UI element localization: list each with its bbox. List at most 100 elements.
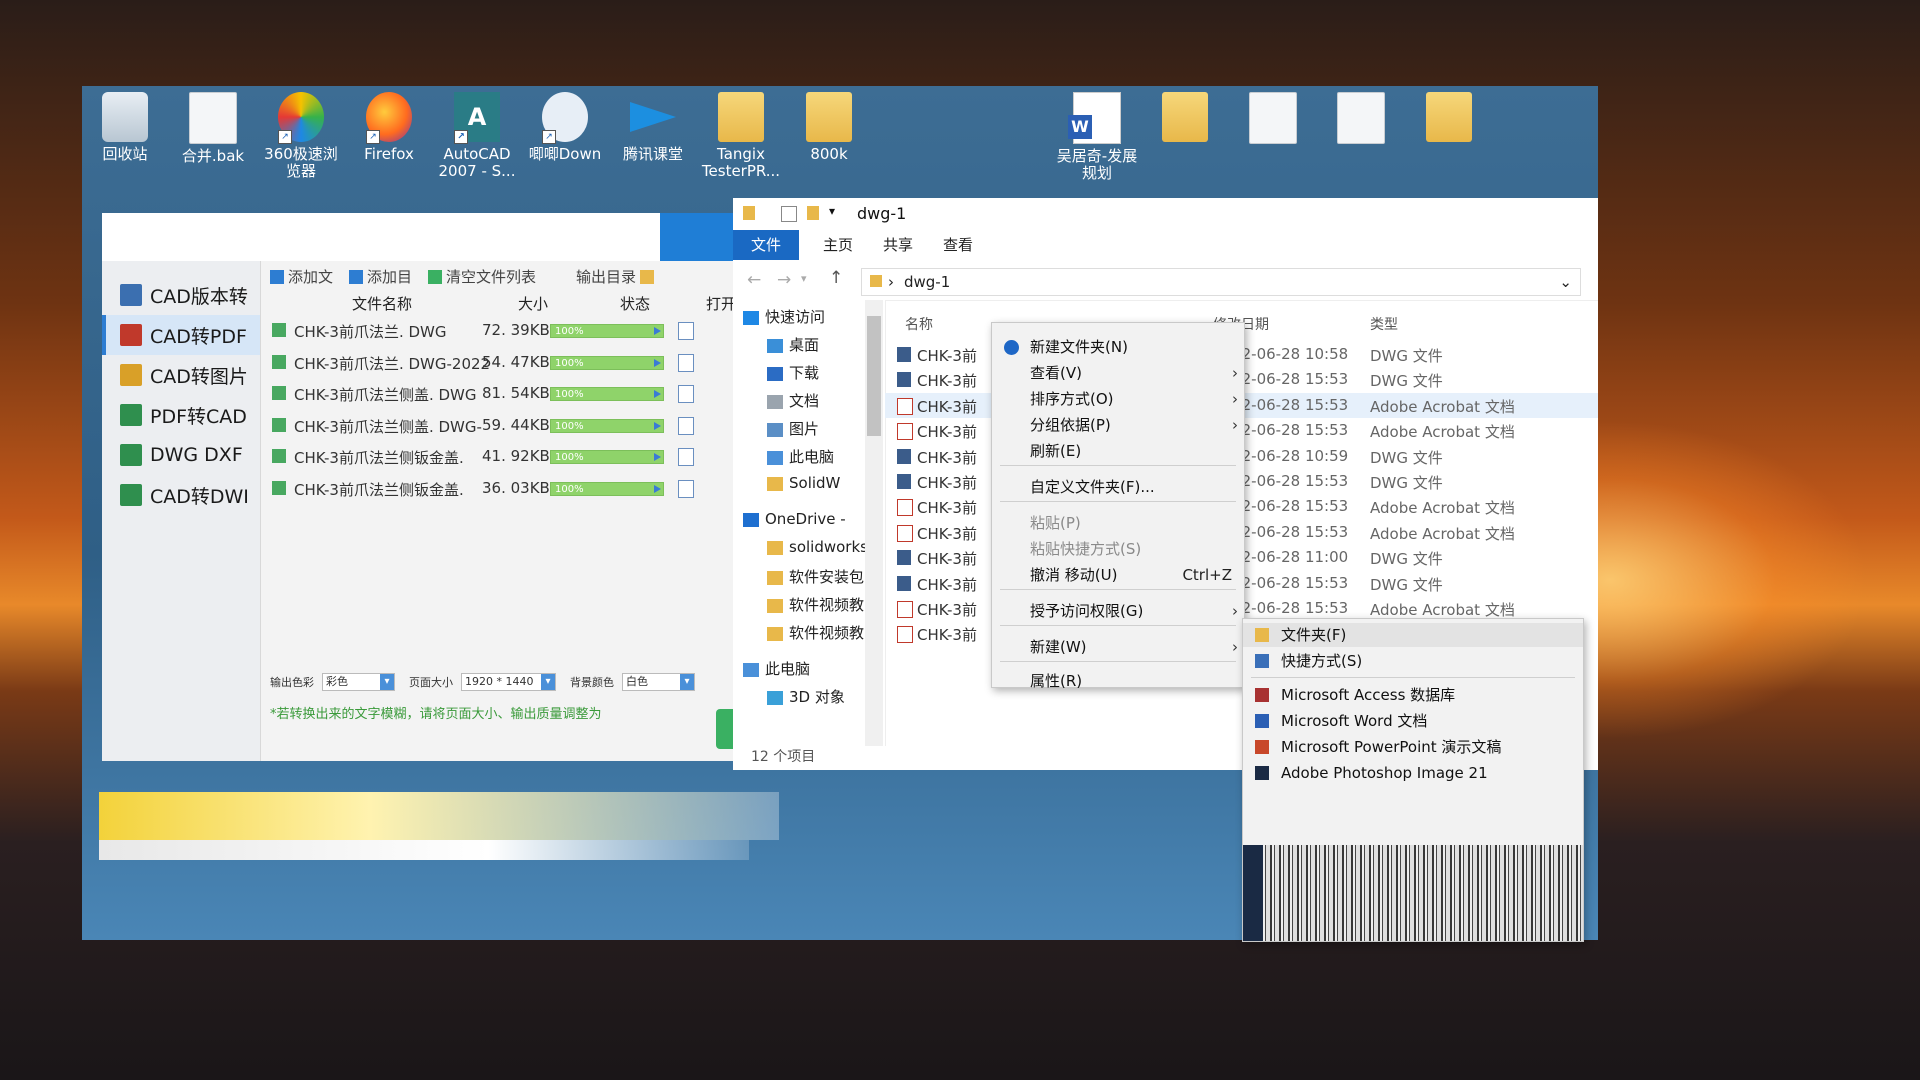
converter-nav-cad-to-image[interactable]: CAD转图片 — [102, 355, 260, 395]
new-folder-quick-icon[interactable] — [807, 206, 819, 220]
recent-locations-icon[interactable]: ▾ — [801, 272, 807, 285]
desktop-icon-autocad[interactable]: A ↗ AutoCAD 2007 - S... — [434, 92, 520, 180]
converter-nav-cad-version[interactable]: CAD版本转 — [102, 275, 260, 315]
file-type: Adobe Acrobat 文档 — [1370, 601, 1515, 619]
open-file-icon[interactable] — [678, 353, 694, 372]
column-header-type[interactable]: 类型 — [1370, 314, 1398, 334]
context-menu-item[interactable]: 新建(W) › — [992, 635, 1244, 659]
context-menu-item[interactable]: 自定义文件夹(F)... — [992, 475, 1244, 499]
folder-icon — [767, 540, 783, 555]
converter-nav-cad-to-pdf[interactable]: CAD转PDF — [102, 315, 260, 355]
background-window-strip — [99, 840, 749, 860]
open-file-icon[interactable] — [678, 385, 694, 404]
nav-item[interactable]: OneDrive - — [733, 510, 873, 534]
dwg-file-icon — [897, 372, 911, 388]
desktop-icon-tencent-class[interactable]: 腾讯课堂 — [610, 92, 696, 163]
tab-view[interactable]: 查看 — [933, 230, 983, 260]
file-list-row[interactable]: CHK-3前爪法兰侧钣金盖. 36. 03KB 100% — [270, 473, 742, 503]
submenu-item[interactable]: Microsoft Word 文档 — [1243, 709, 1583, 733]
address-bar-row: ← → ▾ ↑ › dwg-1 ⌄ — [733, 260, 1598, 301]
nav-label: CAD转DWI — [150, 485, 249, 508]
output-directory-button[interactable]: 输出目录 — [576, 266, 658, 287]
desktop-icon-jijidown[interactable]: ↗ 唧唧Down — [522, 92, 608, 163]
nav-item-label: 快速访问 — [765, 308, 826, 326]
context-menu-item[interactable]: 查看(V) › — [992, 361, 1244, 385]
menu-item-label: 刷新(E) — [1030, 442, 1082, 460]
scrollbar-thumb[interactable] — [867, 316, 881, 436]
progress-bar: 100% — [550, 418, 664, 433]
add-directory-button[interactable]: 添加目 — [349, 266, 412, 287]
back-arrow-icon[interactable]: ← — [747, 270, 761, 290]
context-menu-item[interactable]: 新建文件夹(N) — [992, 335, 1244, 359]
menu-item-label: 分组依据(P) — [1030, 416, 1111, 434]
desktop-icon-800k-folder[interactable]: 800k — [786, 92, 872, 163]
file-list-row[interactable]: CHK-3前爪法兰. DWG 72. 39KB 100% — [270, 315, 742, 345]
properties-icon[interactable] — [781, 206, 797, 222]
desktop-icon-360-browser[interactable]: ↗ 360极速浏览器 — [258, 92, 344, 180]
context-menu-item[interactable]: 分组依据(P) › — [992, 413, 1244, 437]
desktop-icon-folder[interactable] — [1406, 92, 1492, 146]
context-menu: 新建文件夹(N) 查看(V) › 排序方式(O) › 分组依据(P) › 刷新(E) 自定义文件… — [991, 322, 1245, 690]
open-file-icon[interactable] — [678, 480, 694, 498]
converter-nav-dwg-dxf[interactable]: DWG DXF — [102, 435, 260, 475]
desktop-icon-bak-file[interactable]: 合并.bak — [170, 92, 256, 165]
file-list-row[interactable]: CHK-3前爪法兰侧盖. DWG 81. 54KB 100% — [270, 378, 742, 408]
open-file-icon[interactable] — [678, 322, 694, 340]
folder-icon — [1255, 628, 1269, 642]
color-select[interactable]: 彩色 — [322, 673, 395, 691]
dwf-icon — [120, 484, 142, 506]
page-size-select[interactable]: 1920 * 1440 — [461, 673, 556, 691]
desktop-icon-file[interactable] — [1318, 92, 1404, 148]
context-menu-item[interactable]: 撤消 移动(U) Ctrl+Z — [992, 563, 1244, 587]
quick-access-dropdown-icon[interactable]: ▾ — [829, 204, 835, 218]
converter-sidebar: CAD版本转 CAD转PDF CAD转图片 PDF转CAD DWG DXF CA… — [102, 261, 261, 761]
clear-list-button[interactable]: 清空文件列表 — [428, 266, 536, 287]
file-name: CHK-3前 — [917, 626, 977, 645]
nav-item[interactable]: 此电脑 — [733, 658, 873, 682]
address-bar[interactable]: › dwg-1 ⌄ — [861, 268, 1581, 296]
menu-separator — [1251, 677, 1575, 678]
file-name: CHK-3前爪法兰. DWG-2022 — [294, 354, 491, 373]
desktop-icon-firefox[interactable]: ↗ Firefox — [346, 92, 432, 163]
desktop-icon — [767, 338, 783, 353]
up-arrow-icon[interactable]: ↑ — [829, 268, 843, 288]
context-menu-item[interactable]: 授予访问权限(G) › — [992, 599, 1244, 623]
open-file-icon[interactable] — [678, 416, 694, 435]
address-dropdown-icon[interactable]: ⌄ — [1559, 269, 1572, 295]
desktop-icon-word-doc[interactable]: 吴居奇-发展规划 — [1054, 92, 1140, 182]
converter-nav-cad-to-dwf[interactable]: CAD转DWI — [102, 475, 260, 515]
nav-item[interactable]: 快速访问 — [733, 306, 873, 330]
submenu-item[interactable]: 文件夹(F) — [1243, 623, 1583, 647]
desktop-icon-recycle-bin[interactable]: 回收站 — [82, 92, 168, 163]
file-list-row[interactable]: CHK-3前爪法兰侧盖. DWG- 59. 44KB 100% — [270, 410, 742, 440]
open-file-icon[interactable] — [678, 448, 694, 467]
converter-nav-pdf-to-cad[interactable]: PDF转CAD — [102, 395, 260, 435]
file-list-header: 文件名称 大小 状态 打开 — [260, 289, 742, 315]
add-file-button[interactable]: 添加文 — [270, 266, 333, 287]
background-color-select[interactable]: 白色 — [622, 673, 695, 691]
forward-arrow-icon[interactable]: → — [777, 270, 791, 290]
new-folder-icon — [1004, 340, 1019, 355]
submenu-item[interactable]: Adobe Photoshop Image 21 — [1243, 761, 1583, 785]
tab-file[interactable]: 文件 — [733, 230, 799, 260]
page-size-label: 页面大小 — [409, 676, 453, 689]
column-header-name[interactable]: 名称 — [905, 314, 933, 334]
submenu-item[interactable]: Microsoft PowerPoint 演示文稿 — [1243, 735, 1583, 759]
color-label: 输出色彩 — [270, 676, 314, 689]
context-menu-item[interactable]: 属性(R) — [992, 669, 1244, 693]
submenu-item[interactable]: Microsoft Access 数据库 — [1243, 683, 1583, 707]
desktop-icon-folder[interactable] — [1142, 92, 1228, 146]
submenu-item[interactable]: 快捷方式(S) — [1243, 649, 1583, 673]
tab-home[interactable]: 主页 — [813, 230, 863, 260]
desktop-icon-tangix-folder[interactable]: Tangix TesterPR... — [698, 92, 784, 180]
converter-hint-text: *若转换出来的文字模糊，请将页面大小、输出质量调整为 — [270, 707, 602, 722]
pdf-file-icon — [897, 524, 913, 542]
context-menu-item[interactable]: 排序方式(O) › — [992, 387, 1244, 411]
desktop-icon-file[interactable] — [1230, 92, 1316, 148]
tab-share[interactable]: 共享 — [873, 230, 923, 260]
file-name: CHK-3前 — [917, 347, 977, 365]
context-menu-item[interactable]: 刷新(E) — [992, 439, 1244, 463]
file-list-row[interactable]: CHK-3前爪法兰. DWG-2022 54. 47KB 100% — [270, 347, 742, 377]
nav-label: DWG DXF — [150, 444, 243, 466]
file-list-row[interactable]: CHK-3前爪法兰侧钣金盖. 41. 92KB 100% — [270, 441, 742, 471]
